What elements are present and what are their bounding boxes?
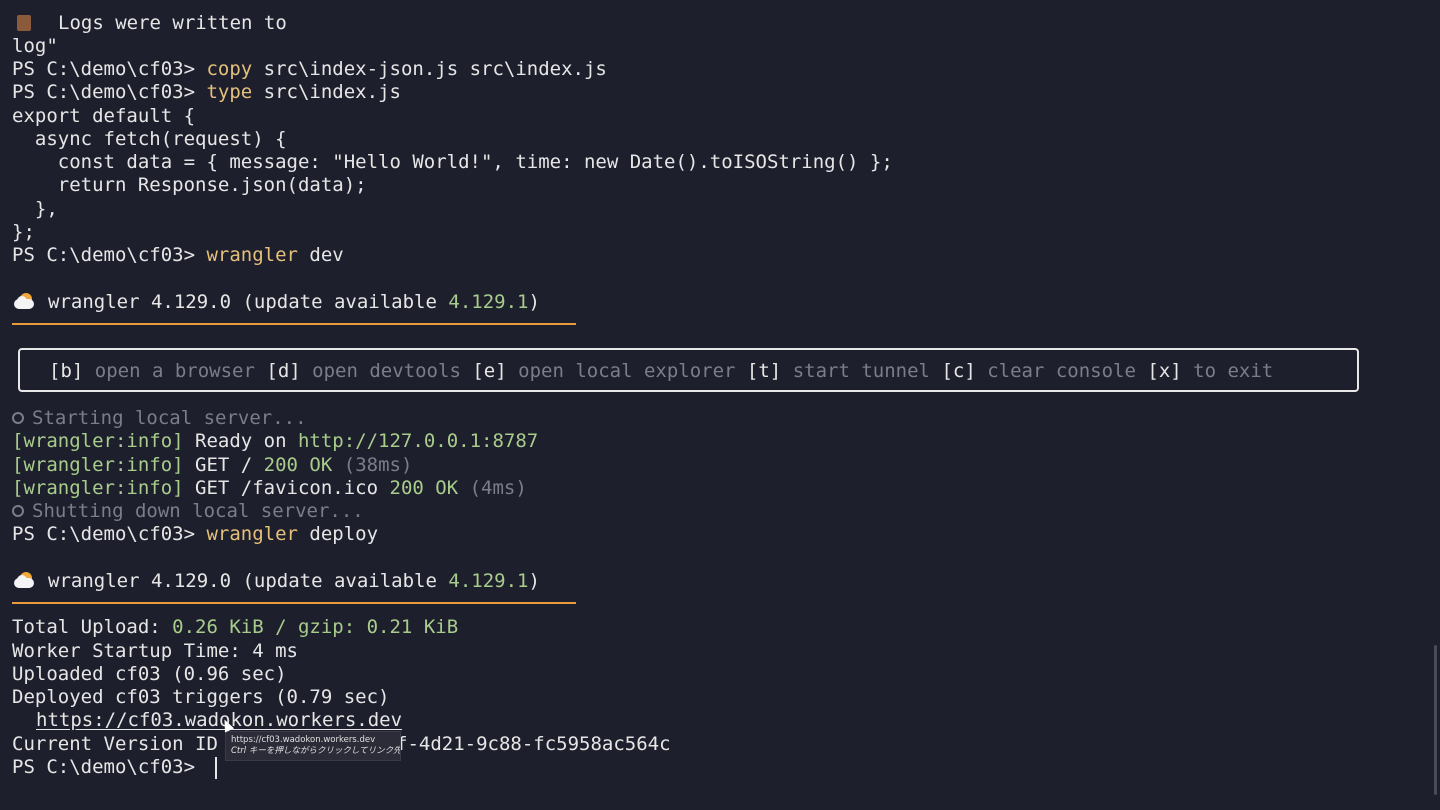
hotkey-desc: clear console (987, 360, 1136, 382)
tooltip-url: https://cf03.wadokon.workers.dev (231, 735, 376, 745)
info-tag: [wrangler:info] (12, 454, 184, 476)
terminal-window[interactable]: . . . . . . . . . . . . Logs were writte… (0, 0, 1440, 810)
code-line: export default { (12, 105, 196, 127)
log-file-icon (17, 15, 31, 31)
hotkey-key[interactable]: [t] (747, 360, 781, 382)
command-line-copy: PS C:\demo\cf03> copy src\index-json.js … (12, 58, 607, 81)
banner-divider (12, 323, 576, 325)
wrangler-banner: wrangler 4.129.0 (update available 4.129… (0, 570, 540, 593)
hotkey-key[interactable]: [c] (941, 360, 975, 382)
log-notice-continuation: log" (12, 35, 58, 57)
upload-size: 0.26 KiB / gzip: 0.21 KiB (172, 616, 459, 638)
startup-time-line: Worker Startup Time: 4 ms (12, 640, 298, 662)
command-name: wrangler (206, 244, 298, 266)
code-line: const data = { message: "Hello World!", … (12, 151, 893, 173)
version-id-line: Current Version ID (12, 733, 218, 755)
request-time: (4ms) (458, 477, 527, 499)
hotkey-desc: open a browser (94, 360, 255, 382)
wrangler-version: wrangler 4.129.0 (update available (48, 570, 449, 592)
status-ok: 200 OK (263, 454, 333, 476)
spinner-icon (12, 412, 24, 424)
command-name: copy (206, 58, 253, 80)
hotkey-key[interactable]: [b] (49, 360, 83, 382)
code-line: }; (12, 221, 35, 243)
hotkey-key[interactable]: [e] (472, 360, 506, 382)
local-url-link[interactable]: http://127.0.0.1:8787 (298, 430, 538, 452)
command-name: wrangler (206, 523, 298, 545)
tooltip-hint: Ctrl キーを押しながらクリックしてリンク先を表示 (231, 746, 401, 756)
command-line-dev: PS C:\demo\cf03> wrangler dev (12, 244, 344, 267)
total-upload-line: Total Upload: 0.26 KiB / gzip: 0.21 KiB (12, 616, 459, 638)
command-name: type (206, 81, 253, 103)
request-log-line: [wrangler:info] GET / 200 OK (38ms) (12, 454, 413, 476)
code-line: }, (12, 198, 58, 220)
spinner-icon (12, 505, 24, 517)
shutting-down-line: Shutting down local server... (12, 500, 364, 523)
deployed-line: Deployed cf03 triggers (0.79 sec) (12, 686, 390, 708)
link-tooltip: https://cf03.wadokon.workers.dev Ctrl キー… (225, 731, 401, 761)
command-line-deploy: PS C:\demo\cf03> wrangler deploy (12, 523, 378, 546)
command-line-type: PS C:\demo\cf03> type src\index.js (12, 81, 401, 104)
scrollbar-thumb[interactable] (1434, 645, 1437, 795)
status-ok: 200 OK (389, 477, 459, 499)
command-args: deploy (297, 523, 379, 545)
command-args: src\index.js (252, 81, 401, 103)
log-notice-line: Logs were written to (12, 12, 287, 35)
hotkey-bar: [b] open a browser [d] open devtools [e]… (18, 348, 1359, 392)
update-version: 4.129.1 (448, 291, 529, 313)
cloud-sun-icon (14, 572, 36, 589)
info-tag: [wrangler:info] (12, 430, 184, 452)
hotkey-desc: open devtools (312, 360, 461, 382)
worker-url-link[interactable]: https://cf03.wadokon.workers.dev (36, 709, 402, 732)
command-args: dev (297, 244, 344, 266)
code-line: return Response.json(data); (12, 174, 367, 196)
wrangler-version: wrangler 4.129.0 (update available (48, 291, 449, 313)
banner-divider (12, 602, 576, 604)
prompt: PS C:\demo\cf03> (12, 244, 207, 266)
uploaded-line: Uploaded cf03 (0.96 sec) (12, 663, 287, 685)
hotkey-row: [b] open a browser [d] open devtools [e]… (49, 360, 1273, 383)
update-version: 4.129.1 (448, 570, 529, 592)
starting-server-line: Starting local server... (12, 407, 307, 430)
prompt: PS C:\demo\cf03> (12, 81, 207, 103)
clipped-top-output: . . . . . . . . . . . . (300, 6, 1040, 16)
request-log-line: [wrangler:info] GET /favicon.ico 200 OK … (12, 477, 527, 499)
prompt: PS C:\demo\cf03> (12, 58, 207, 80)
hotkey-desc: to exit (1193, 360, 1274, 382)
info-tag: [wrangler:info] (12, 477, 184, 499)
ready-line: [wrangler:info] Ready on http://127.0.0.… (12, 430, 539, 452)
prompt: PS C:\demo\cf03> (12, 523, 207, 545)
hotkey-desc: start tunnel (792, 360, 930, 382)
wrangler-banner: wrangler 4.129.0 (update available 4.129… (0, 291, 540, 314)
version-id-suffix: f-4d21-9c88-fc5958ac564c (396, 733, 671, 755)
log-notice-text: Logs were written to (58, 12, 287, 34)
hotkey-key[interactable]: [d] (266, 360, 300, 382)
code-line: async fetch(request) { (12, 128, 287, 150)
request-time: (38ms) (332, 454, 413, 476)
hotkey-desc: open local explorer (518, 360, 736, 382)
hotkey-key[interactable]: [x] (1147, 360, 1181, 382)
current-prompt: PS C:\demo\cf03> (12, 756, 207, 778)
command-args: src\index-json.js src\index.js (252, 58, 607, 80)
cloud-sun-icon (14, 293, 36, 310)
text-cursor (215, 757, 217, 779)
